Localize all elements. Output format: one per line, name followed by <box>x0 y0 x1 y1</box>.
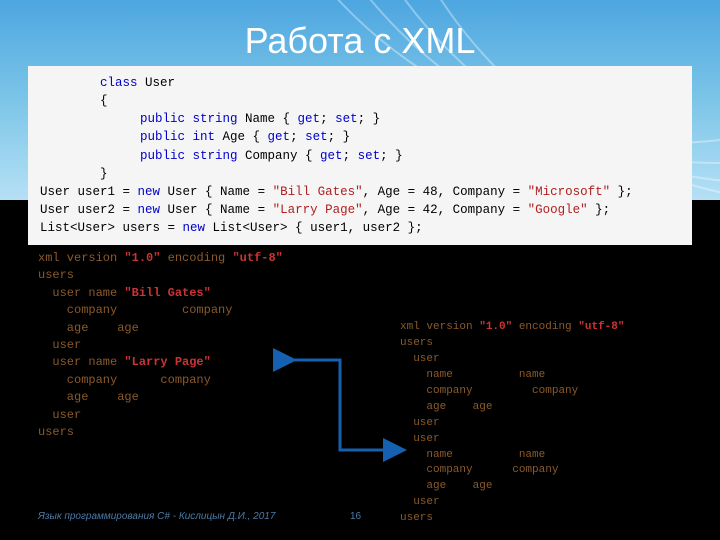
code-token: User { Name = <box>160 203 273 217</box>
code-token: ; } <box>358 112 381 126</box>
code-token: } <box>100 167 108 181</box>
xml-token: company <box>117 303 232 317</box>
code-token: set <box>358 149 381 163</box>
xml-token: company <box>117 373 211 387</box>
code-token: List<User> users = <box>40 221 183 235</box>
code-token: , Age = 48, Company = <box>363 185 528 199</box>
code-token: string <box>185 149 238 163</box>
xml-token: age <box>88 390 138 404</box>
code-block: class User { public string Name { get; s… <box>28 66 692 245</box>
xml-token: "utf-8" <box>232 251 282 265</box>
code-token: int <box>185 130 215 144</box>
code-token: set <box>305 130 328 144</box>
code-token: "Bill Gates" <box>273 185 363 199</box>
xml-token: encoding <box>512 321 578 333</box>
code-token: public <box>140 112 185 126</box>
code-token: new <box>138 185 161 199</box>
xml-token: user <box>38 408 81 422</box>
xml-token: xml version <box>400 321 479 333</box>
code-token: User { Name = <box>160 185 273 199</box>
code-token: public <box>140 130 185 144</box>
code-token: }; <box>588 203 611 217</box>
xml-token: user <box>400 496 440 508</box>
xml-token: name <box>453 369 545 381</box>
xml-token: users <box>400 512 433 524</box>
xml-token: "1.0" <box>124 251 160 265</box>
xml-token: age <box>88 321 138 335</box>
xml-token: encoding <box>160 251 232 265</box>
code-token: get <box>268 130 291 144</box>
code-token: Age { <box>215 130 268 144</box>
code-token: User <box>138 76 176 90</box>
code-token: ; } <box>328 130 351 144</box>
footer-text: Язык программирования C# - Кислицын Д.И.… <box>38 511 275 522</box>
code-token: }; <box>610 185 633 199</box>
xml-token: "utf-8" <box>578 321 624 333</box>
code-token: "Microsoft" <box>528 185 611 199</box>
code-token: User user2 = <box>40 203 138 217</box>
xml-token: users <box>38 268 74 282</box>
xml-token: company <box>400 464 473 476</box>
xml-attribute-style: xml version "1.0" encoding "utf-8" users… <box>38 250 283 441</box>
code-token: ; } <box>380 149 403 163</box>
code-token: User user1 = <box>40 185 138 199</box>
xml-token: "Bill Gates" <box>124 286 210 300</box>
xml-token: company <box>400 385 473 397</box>
xml-token: age <box>446 480 492 492</box>
code-token: Company { <box>238 149 321 163</box>
code-token: get <box>298 112 321 126</box>
xml-token: age <box>38 390 88 404</box>
code-token: get <box>320 149 343 163</box>
xml-token: xml version <box>38 251 124 265</box>
xml-token: user <box>38 338 81 352</box>
code-token: ; <box>320 112 335 126</box>
code-token: set <box>335 112 358 126</box>
xml-token: "1.0" <box>479 321 512 333</box>
code-token: Name { <box>238 112 298 126</box>
xml-token: company <box>38 303 117 317</box>
code-token: new <box>138 203 161 217</box>
xml-token: "Larry Page" <box>124 355 210 369</box>
code-token: "Larry Page" <box>273 203 363 217</box>
xml-token: company <box>473 385 579 397</box>
xml-token: name <box>453 449 545 461</box>
xml-token: age <box>446 401 492 413</box>
code-token: List<User> { user1, user2 }; <box>205 221 423 235</box>
xml-token: company <box>473 464 559 476</box>
code-token: ; <box>290 130 305 144</box>
code-token: new <box>183 221 206 235</box>
code-token: { <box>100 94 108 108</box>
code-token: class <box>100 76 138 90</box>
xml-element-style: xml version "1.0" encoding "utf-8" users… <box>400 320 624 527</box>
xml-token: user name <box>38 355 124 369</box>
xml-token: age <box>400 480 446 492</box>
code-token: , Age = 42, Company = <box>363 203 528 217</box>
bidirectional-arrow-icon <box>270 330 410 470</box>
page-number: 16 <box>350 511 361 522</box>
xml-token: user name <box>38 286 124 300</box>
xml-token: age <box>38 321 88 335</box>
code-token: public <box>140 149 185 163</box>
slide-title: Работа с XML <box>0 20 720 62</box>
code-token: string <box>185 112 238 126</box>
xml-token: company <box>38 373 117 387</box>
xml-token: users <box>38 425 74 439</box>
code-token: ; <box>343 149 358 163</box>
code-token: "Google" <box>528 203 588 217</box>
